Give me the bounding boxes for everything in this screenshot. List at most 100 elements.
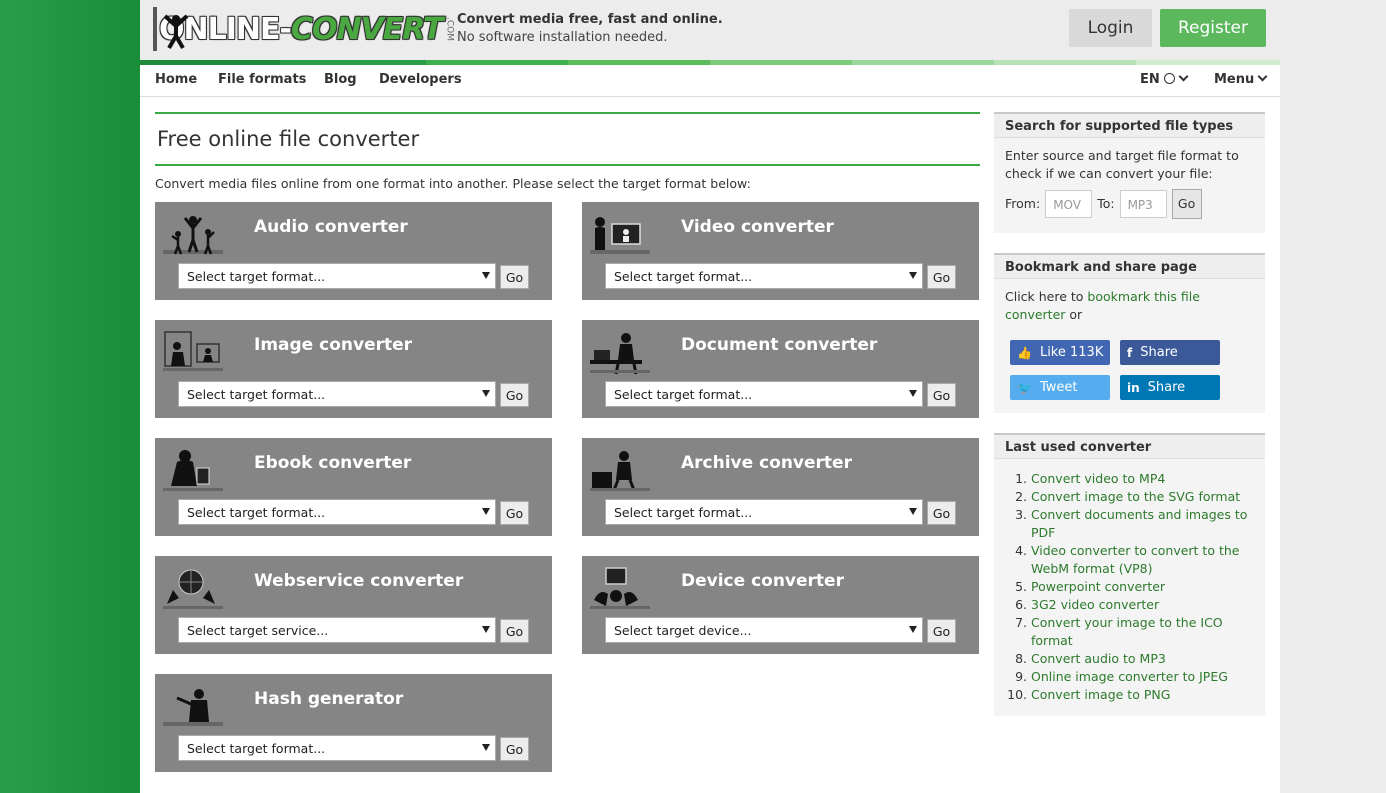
go-button[interactable]: Go bbox=[500, 265, 529, 289]
tagline-sub: No software installation needed. bbox=[457, 30, 668, 45]
nav-developers[interactable]: Developers bbox=[379, 72, 462, 87]
to-format-input[interactable]: MP3 bbox=[1119, 190, 1167, 218]
linkedin-share-button[interactable]: in Share bbox=[1120, 375, 1220, 400]
search-go-button[interactable]: Go bbox=[1171, 189, 1202, 219]
bookmark-share-box: Bookmark and share page Click here to bo… bbox=[994, 253, 1265, 413]
last-used-link[interactable]: Convert image to PNG bbox=[1031, 687, 1170, 702]
from-format-input[interactable]: MOV bbox=[1045, 190, 1093, 218]
audio-people-icon bbox=[163, 216, 223, 255]
hash-person-icon bbox=[163, 689, 223, 726]
go-button[interactable]: Go bbox=[500, 737, 529, 761]
webservice-converter-panel: Webservice converter Select target servi… bbox=[155, 556, 552, 654]
select-text: Select target format... bbox=[187, 505, 326, 520]
tagline-main: Convert media free, fast and online. bbox=[457, 12, 723, 27]
from-label: From: bbox=[1005, 196, 1041, 211]
last-used-link[interactable]: Convert audio to MP3 bbox=[1031, 651, 1166, 666]
select-text: Select target format... bbox=[187, 741, 326, 756]
logo-figure-icon bbox=[153, 7, 189, 51]
go-button[interactable]: Go bbox=[500, 501, 529, 525]
dropdown-arrow-icon bbox=[482, 744, 490, 751]
ebook-converter-panel: Ebook converter Select target format... … bbox=[155, 438, 552, 536]
register-button[interactable]: Register bbox=[1160, 9, 1266, 47]
title-box: Free online file converter bbox=[155, 112, 980, 166]
nav-home[interactable]: Home bbox=[155, 72, 197, 87]
chevron-down-icon bbox=[1257, 71, 1268, 82]
last-used-link[interactable]: Convert documents and images to PDF bbox=[1031, 507, 1247, 540]
image-converter-panel: Image converter Select target format... … bbox=[155, 320, 552, 418]
last-used-link[interactable]: 3G2 video converter bbox=[1031, 597, 1159, 612]
list-item: Video converter to convert to the WebM f… bbox=[1031, 542, 1254, 578]
video-converter-panel: Video converter Select target format... … bbox=[582, 202, 979, 300]
last-used-link[interactable]: Convert video to MP4 bbox=[1031, 471, 1165, 486]
left-background bbox=[0, 0, 140, 793]
nav-file-formats[interactable]: File formats bbox=[218, 72, 306, 87]
target-format-select[interactable]: Select target format... bbox=[178, 735, 496, 761]
chevron-down-icon bbox=[1178, 71, 1189, 82]
login-button[interactable]: Login bbox=[1069, 9, 1152, 47]
go-button[interactable]: Go bbox=[927, 619, 956, 643]
search-description: Enter source and target file format to c… bbox=[1005, 148, 1239, 181]
last-used-link[interactable]: Video converter to convert to the WebM f… bbox=[1031, 543, 1239, 576]
go-button[interactable]: Go bbox=[500, 619, 529, 643]
target-service-select[interactable]: Select target service... bbox=[178, 617, 496, 643]
dropdown-arrow-icon bbox=[482, 390, 490, 397]
audio-converter-panel: Audio converter Select target format... … bbox=[155, 202, 552, 300]
box-title: Search for supported file types bbox=[994, 114, 1265, 138]
list-item: Online image converter to JPEG bbox=[1031, 668, 1254, 686]
list-item: Convert audio to MP3 bbox=[1031, 650, 1254, 668]
intro-text: Convert media files online from one form… bbox=[155, 176, 751, 191]
target-format-select[interactable]: Select target format... bbox=[605, 263, 923, 289]
select-text: Select target format... bbox=[614, 269, 753, 284]
main-nav: Home File formats Blog Developers EN Men… bbox=[140, 65, 1280, 97]
converter-title: Video converter bbox=[681, 217, 834, 237]
target-format-select[interactable]: Select target format... bbox=[605, 381, 923, 407]
tweet-label: Tweet bbox=[1039, 380, 1078, 395]
target-format-select[interactable]: Select target format... bbox=[178, 499, 496, 525]
target-format-select[interactable]: Select target format... bbox=[605, 499, 923, 525]
last-used-converter-box: Last used converter Convert video to MP4… bbox=[994, 433, 1265, 716]
globe-hands-icon bbox=[163, 569, 223, 609]
go-button[interactable]: Go bbox=[927, 501, 956, 525]
select-text: Select target device... bbox=[614, 623, 752, 638]
document-desk-icon bbox=[590, 333, 650, 375]
dropdown-arrow-icon bbox=[482, 272, 490, 279]
tweet-button[interactable]: 🐦 Tweet bbox=[1010, 375, 1110, 400]
target-format-select[interactable]: Select target format... bbox=[178, 263, 496, 289]
last-used-list: Convert video to MP4 Convert image to th… bbox=[1031, 470, 1254, 704]
converter-title: Image converter bbox=[254, 335, 413, 355]
language-label: EN bbox=[1140, 72, 1160, 87]
target-format-select[interactable]: Select target format... bbox=[178, 381, 496, 407]
facebook-share-button[interactable]: f Share bbox=[1120, 340, 1220, 365]
dropdown-arrow-icon bbox=[909, 390, 917, 397]
language-selector[interactable]: EN bbox=[1140, 71, 1189, 87]
dropdown-arrow-icon bbox=[482, 508, 490, 515]
facebook-like-button[interactable]: 👍 Like 113K bbox=[1010, 340, 1110, 365]
list-item: 3G2 video converter bbox=[1031, 596, 1254, 614]
go-button[interactable]: Go bbox=[927, 265, 956, 289]
last-used-link[interactable]: Convert your image to the ICO format bbox=[1031, 615, 1223, 648]
list-item: Convert video to MP4 bbox=[1031, 470, 1254, 488]
target-device-select[interactable]: Select target device... bbox=[605, 617, 923, 643]
nav-blog[interactable]: Blog bbox=[324, 72, 357, 87]
search-form: From: MOV To: MP3 Go bbox=[1005, 189, 1254, 219]
device-converter-panel: Device converter Select target device...… bbox=[582, 556, 979, 654]
dropdown-arrow-icon bbox=[909, 272, 917, 279]
last-used-link[interactable]: Powerpoint converter bbox=[1031, 579, 1165, 594]
thumbs-up-icon: 👍 bbox=[1017, 345, 1032, 360]
search-file-types-box: Search for supported file types Enter so… bbox=[994, 112, 1265, 233]
right-background bbox=[1280, 0, 1386, 793]
facebook-icon: f bbox=[1127, 345, 1133, 360]
last-used-link[interactable]: Online image converter to JPEG bbox=[1031, 669, 1228, 684]
video-screen-icon bbox=[590, 217, 650, 254]
go-button[interactable]: Go bbox=[927, 383, 956, 407]
logo[interactable]: ONLINE-CONVERT .COM bbox=[153, 6, 455, 52]
select-text: Select target format... bbox=[187, 387, 326, 402]
last-used-link[interactable]: Convert image to the SVG format bbox=[1031, 489, 1240, 504]
archive-box-icon bbox=[590, 451, 650, 491]
page: ONLINE-CONVERT .COM Convert media free, … bbox=[140, 0, 1280, 793]
go-button[interactable]: Go bbox=[500, 383, 529, 407]
tagline: Convert media free, fast and online. No … bbox=[457, 11, 723, 47]
document-converter-panel: Document converter Select target format.… bbox=[582, 320, 979, 418]
menu-button[interactable]: Menu bbox=[1214, 71, 1268, 87]
converter-title: Ebook converter bbox=[254, 453, 412, 473]
